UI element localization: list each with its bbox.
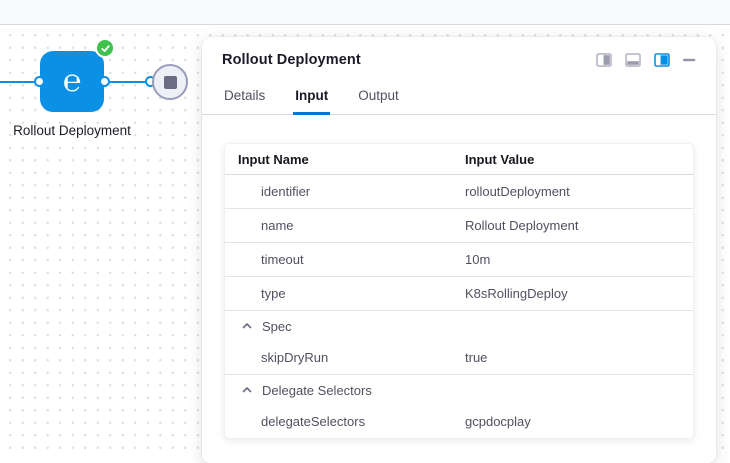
panel-header: Rollout Deployment — [202, 37, 716, 68]
table-row: timeout10m — [225, 243, 693, 277]
input-name-cell: timeout — [225, 252, 465, 267]
chevron-up-icon[interactable] — [241, 384, 253, 396]
connector-line-left — [0, 81, 38, 83]
tab-input[interactable]: Input — [293, 82, 330, 115]
input-value-cell: gcpdocplay — [465, 414, 693, 429]
layout-split-right-icon[interactable] — [596, 52, 612, 68]
input-name-cell: identifier — [225, 184, 465, 199]
panel-window-controls — [596, 52, 696, 68]
table-row: nameRollout Deployment — [225, 209, 693, 243]
step-node-label: Rollout Deployment — [12, 120, 132, 141]
input-name-cell: skipDryRun — [225, 350, 465, 365]
tab-details[interactable]: Details — [222, 82, 267, 114]
canvas-top-bar — [0, 0, 730, 25]
input-value-cell: K8sRollingDeploy — [465, 286, 693, 301]
column-header-input-value: Input Value — [465, 152, 693, 167]
tab-input-content: Input Name Input Value identifierrollout… — [202, 115, 716, 439]
table-row: delegateSelectorsgcpdocplay — [225, 405, 693, 438]
table-row: typeK8sRollingDeploy — [225, 277, 693, 311]
input-value-cell: true — [465, 350, 693, 365]
step-node-rollout-deployment[interactable]: ℮ — [40, 51, 104, 112]
connector-line-right — [104, 81, 147, 83]
rolling-deployment-icon: ℮ — [63, 65, 82, 96]
layout-right-active-icon[interactable] — [654, 52, 670, 68]
table-row: skipDryRuntrue — [225, 341, 693, 375]
step-details-panel: Rollout Deployment — [202, 37, 716, 463]
panel-title: Rollout Deployment — [222, 52, 361, 68]
pipeline-end-node[interactable] — [152, 64, 188, 100]
table-body: identifierrolloutDeploymentnameRollout D… — [225, 175, 693, 438]
node-port-left — [34, 76, 45, 87]
input-name-cell: delegateSelectors — [225, 414, 465, 429]
input-value-cell: 10m — [465, 252, 693, 267]
group-label: Delegate Selectors — [262, 383, 372, 398]
column-header-input-name: Input Name — [225, 152, 465, 167]
tab-output[interactable]: Output — [356, 82, 401, 114]
table-header-row: Input Name Input Value — [225, 144, 693, 175]
input-name-cell: name — [225, 218, 465, 233]
success-check-icon — [95, 38, 115, 58]
minimize-icon[interactable] — [683, 58, 696, 62]
input-name-cell: type — [225, 286, 465, 301]
panel-tabs: Details Input Output — [202, 82, 716, 115]
group-row[interactable]: Delegate Selectors — [225, 375, 693, 405]
input-value-cell: rolloutDeployment — [465, 184, 693, 199]
chevron-up-icon[interactable] — [241, 320, 253, 332]
layout-split-bottom-icon[interactable] — [625, 52, 641, 68]
group-label: Spec — [262, 319, 292, 334]
stop-square-icon — [164, 76, 177, 89]
group-row[interactable]: Spec — [225, 311, 693, 341]
input-value-cell: Rollout Deployment — [465, 218, 693, 233]
input-table-card: Input Name Input Value identifierrollout… — [224, 143, 694, 439]
table-row: identifierrolloutDeployment — [225, 175, 693, 209]
node-port-right — [99, 76, 110, 87]
